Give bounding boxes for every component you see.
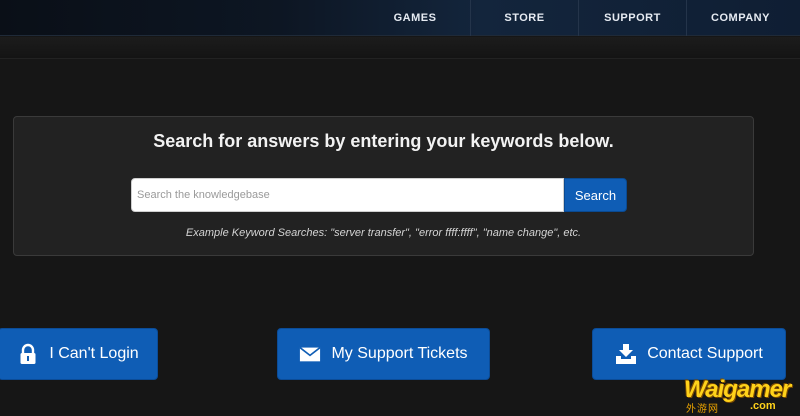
my-support-tickets-button[interactable]: My Support Tickets: [277, 328, 490, 380]
contact-support-label: Contact Support: [647, 345, 763, 362]
support-page: GAMES STORE SUPPORT COMPANY Search for a…: [0, 0, 800, 416]
nav-item-company[interactable]: COMPANY: [686, 0, 794, 36]
nav-item-store[interactable]: STORE: [470, 0, 578, 36]
download-tray-icon: [615, 343, 637, 365]
nav-item-support[interactable]: SUPPORT: [578, 0, 686, 36]
watermark-subtitle: 外游网: [686, 404, 719, 415]
main-nav: GAMES STORE SUPPORT COMPANY: [360, 0, 794, 36]
search-heading: Search for answers by entering your keyw…: [153, 131, 614, 151]
search-input[interactable]: [131, 178, 564, 212]
cant-login-button[interactable]: I Can't Login: [0, 328, 158, 380]
cant-login-label: I Can't Login: [49, 345, 139, 362]
example-keywords-text: Example Keyword Searches: "server transf…: [185, 227, 582, 239]
nav-item-games[interactable]: GAMES: [360, 0, 470, 36]
top-navigation-bar: GAMES STORE SUPPORT COMPANY: [0, 0, 800, 36]
search-button[interactable]: Search: [564, 178, 627, 212]
envelope-icon: [299, 343, 322, 365]
sub-navigation-bar: [0, 37, 800, 59]
site-watermark: Waigamer 外游网 .com: [684, 376, 800, 416]
watermark-domain: .com: [750, 400, 776, 412]
knowledgebase-search-panel: Search for answers by entering your keyw…: [13, 116, 754, 256]
my-support-tickets-label: My Support Tickets: [331, 345, 468, 362]
padlock-icon: [17, 343, 39, 365]
contact-support-button[interactable]: Contact Support: [592, 328, 786, 380]
